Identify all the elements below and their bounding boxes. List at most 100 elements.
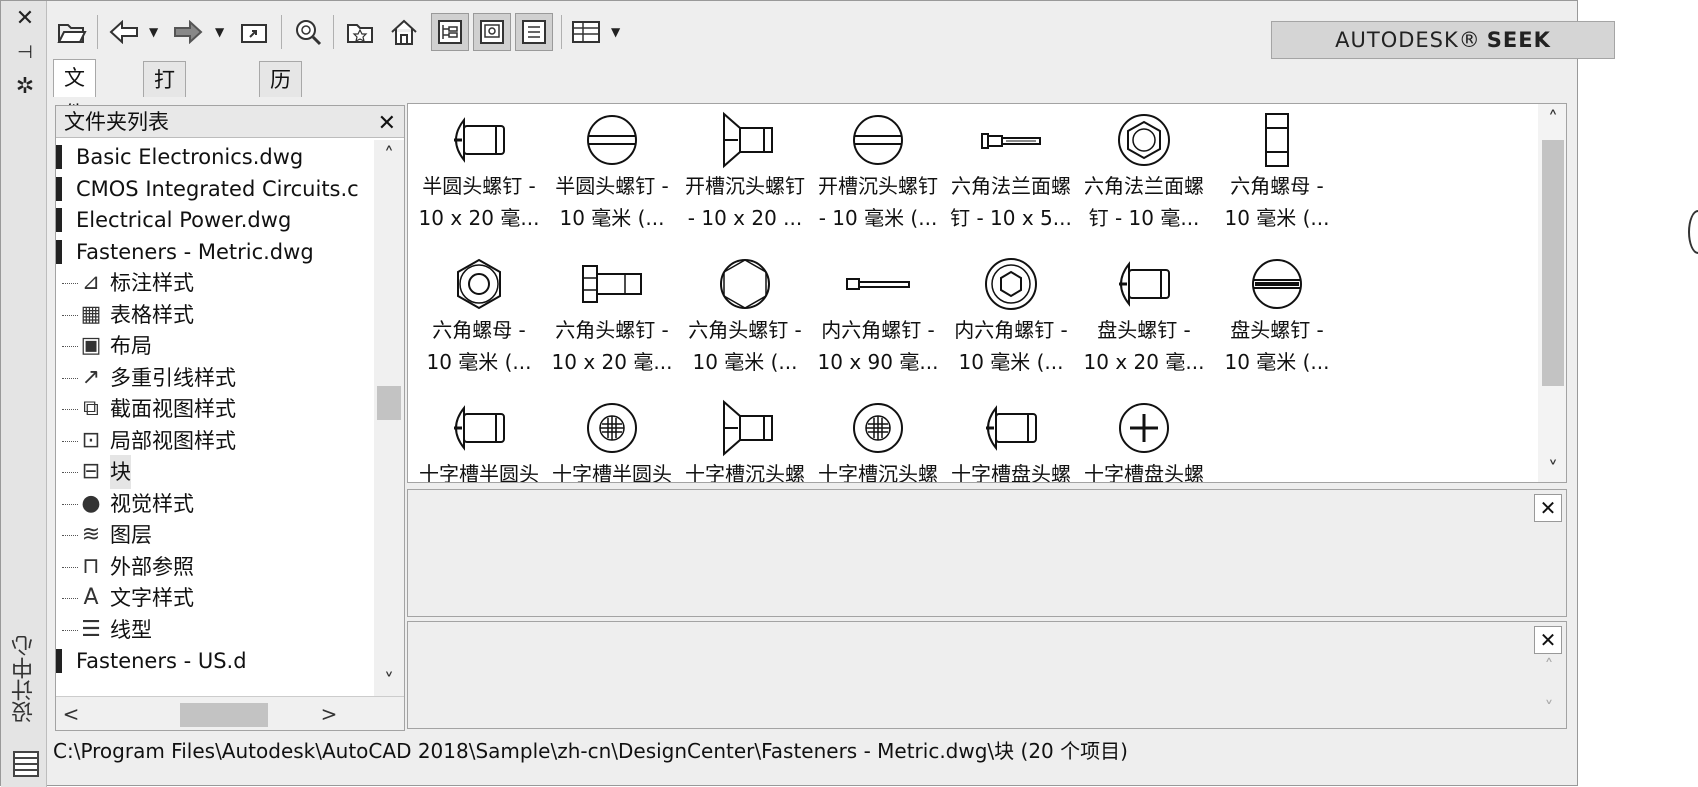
scroll-thumb[interactable] (377, 386, 401, 420)
block-item[interactable]: 十字槽半圆头 (541, 394, 683, 482)
description-toggle-icon[interactable] (515, 13, 553, 51)
block-item[interactable]: 内六角螺钉 - 10 x 90 毫... (807, 250, 949, 390)
tab-open-drawings[interactable]: 打开的图形 (143, 61, 186, 236)
phillips-pan-side-icon (454, 405, 505, 451)
preview-toggle-icon[interactable] (473, 13, 511, 51)
block-name-line1: 内六角螺钉 - (821, 318, 935, 342)
tree-child-item[interactable]: ● 视觉样式 (56, 487, 372, 521)
back-icon[interactable] (105, 13, 143, 51)
tree-item-label: 文字样式 (110, 586, 194, 610)
block-item[interactable]: 六角头螺钉 - 10 x 20 毫... (541, 250, 683, 390)
content-vertical-scrollbar[interactable]: ˄ ˅ (1538, 104, 1566, 482)
block-name-line1: 六角头螺钉 - (688, 318, 802, 342)
tree-child-item[interactable]: ⊓ 外部参照 (56, 550, 372, 584)
scroll-down-icon[interactable]: ˅ (1538, 454, 1566, 482)
block-item[interactable]: 盘头螺钉 - 10 x 20 毫... (1073, 250, 1215, 390)
block-item[interactable]: 开槽沉头螺钉 - 10 毫米 (... (807, 106, 949, 246)
settings-icon[interactable]: ✲ (13, 75, 37, 99)
scroll-thumb[interactable] (180, 703, 268, 727)
block-item[interactable]: 六角螺母 - 10 毫米 (... (1206, 106, 1348, 246)
xref-icon: ⊓ (82, 553, 100, 579)
block-item[interactable]: 盘头螺钉 - 10 毫米 (... (1206, 250, 1348, 390)
block-name-line2: 10 x 20 毫... (551, 350, 673, 374)
block-name-line2: 10 毫米 (... (692, 350, 798, 374)
block-name-line1: 开槽沉头螺钉 (685, 174, 805, 198)
block-item[interactable]: 半圆头螺钉 - 10 x 20 毫... (408, 106, 550, 246)
block-name-line2: 钉 - 10 x 5... (950, 206, 1072, 230)
tree-child-item[interactable]: ▦ 表格样式 (56, 298, 372, 332)
block-item[interactable]: 十字槽半圆头 (408, 394, 550, 482)
close-icon[interactable]: ✕ (1534, 626, 1562, 654)
tree-file-item[interactable]: Fasteners - Metric.dwg (56, 235, 372, 269)
tree-item-label: 表格样式 (110, 302, 194, 327)
hex-top-icon (720, 259, 770, 309)
tree-file-item[interactable]: Basic Electronics.dwg (56, 140, 372, 174)
block-content-area[interactable]: 半圆头螺钉 - 10 x 20 毫... 半圆头螺钉 - 10 毫米 (... 开槽沉头… (407, 103, 1567, 483)
forward-dropdown-icon[interactable]: ▼ (215, 25, 224, 39)
block-item[interactable]: 十字槽盘头螺 (1073, 394, 1215, 482)
palette-grip-icon[interactable] (13, 751, 39, 777)
tree-child-item[interactable]: ↗ 多重引线样式 (56, 361, 372, 395)
tree-child-item[interactable]: ⊿ 标注样式 (56, 266, 372, 300)
block-name-line2: 10 毫米 (... (958, 350, 1064, 374)
tree-item-label: 多重引线样式 (110, 365, 236, 390)
tab-history[interactable]: 历史记录 (259, 61, 302, 200)
block-item[interactable]: 六角头螺钉 - 10 毫米 (... (674, 250, 816, 390)
folder-tree-vertical-scrollbar[interactable]: ˄ ˅ (374, 140, 404, 696)
tree-child-item[interactable]: ≋ 图层 (56, 518, 372, 552)
tree-file-item[interactable]: Electrical Power.dwg (56, 203, 372, 237)
tab-folders[interactable]: 文件夹 (53, 59, 96, 162)
pan-side-icon (1119, 261, 1170, 307)
search-icon[interactable] (289, 13, 327, 51)
block-item[interactable]: 六角法兰面螺钉 - 10 毫... (1073, 106, 1215, 246)
back-dropdown-icon[interactable]: ▼ (149, 25, 158, 39)
tree-child-item[interactable]: ⊡ 局部视图样式 (56, 424, 372, 458)
tree-file-item[interactable]: Fasteners - US.d (56, 644, 372, 678)
tree-child-item[interactable]: ▣ 布局 (56, 329, 372, 363)
block-name-line2: 10 x 20 毫... (418, 206, 540, 230)
up-folder-icon[interactable] (235, 13, 273, 51)
tree-item-label: 布局 (110, 334, 152, 358)
close-icon[interactable]: ✕ (378, 108, 396, 140)
forward-icon[interactable] (169, 13, 207, 51)
description-scrollbar[interactable]: ˄ ˅ (1534, 656, 1564, 728)
folder-tree[interactable]: Basic Electronics.dwg CMOS Integrated Cir… (56, 140, 372, 696)
tree-child-item[interactable]: ☰ 线型 (56, 613, 372, 647)
block-name-line1: 六角螺母 - (432, 318, 526, 342)
scroll-right-icon[interactable]: > (314, 699, 344, 729)
countersunk-side-icon (723, 111, 773, 169)
autodesk-seek-button[interactable]: AUTODESK® SEEK (1271, 21, 1615, 59)
block-item[interactable]: 半圆头螺钉 - 10 毫米 (... (541, 106, 683, 246)
block-item[interactable]: 开槽沉头螺钉 - 10 x 20 ... (674, 106, 816, 246)
tree-view-toggle-icon[interactable] (431, 13, 469, 51)
tree-child-item[interactable]: ⊟ 块 (56, 455, 372, 489)
tree-child-item[interactable]: ⧉ 截面视图样式 (56, 392, 372, 426)
block-item[interactable]: 十字槽沉头螺 (807, 394, 949, 482)
open-folder-icon[interactable] (53, 13, 91, 51)
block-item[interactable]: 十字槽沉头螺 (674, 394, 816, 482)
scroll-up-icon[interactable]: ˄ (1538, 104, 1566, 134)
phillips-top-plus-icon (1119, 403, 1169, 453)
scroll-left-icon[interactable]: < (56, 699, 86, 729)
block-item[interactable]: 六角法兰面螺钉 - 10 x 5... (940, 106, 1082, 246)
scroll-down-icon[interactable]: ˅ (374, 666, 404, 696)
tree-item-label: 块 (110, 455, 131, 489)
close-icon[interactable]: ✕ (13, 7, 37, 31)
tree-child-item[interactable]: A 文字样式 (56, 581, 372, 615)
auto-hide-icon[interactable]: ⊣ (13, 41, 37, 65)
scroll-thumb[interactable] (1542, 140, 1564, 386)
scroll-up-icon[interactable]: ˄ (374, 140, 404, 170)
views-icon[interactable] (567, 13, 605, 51)
block-item[interactable]: 十字槽盘头螺 (940, 394, 1082, 482)
views-dropdown-icon[interactable]: ▼ (611, 25, 620, 39)
close-icon[interactable]: ✕ (1534, 494, 1562, 522)
home-icon[interactable] (385, 13, 423, 51)
tree-file-item[interactable]: CMOS Integrated Circuits.c (56, 172, 372, 206)
tree-item-label: Electrical Power.dwg (76, 208, 292, 232)
block-item[interactable]: 内六角螺钉 - 10 毫米 (... (940, 250, 1082, 390)
folder-tree-horizontal-scrollbar[interactable]: < > (56, 696, 404, 730)
block-name-line2: 10 毫米 (... (559, 206, 665, 230)
layer-icon: ≋ (81, 522, 101, 547)
block-item[interactable]: 六角螺母 - 10 毫米 (... (408, 250, 550, 390)
favorites-icon[interactable] (341, 13, 379, 51)
